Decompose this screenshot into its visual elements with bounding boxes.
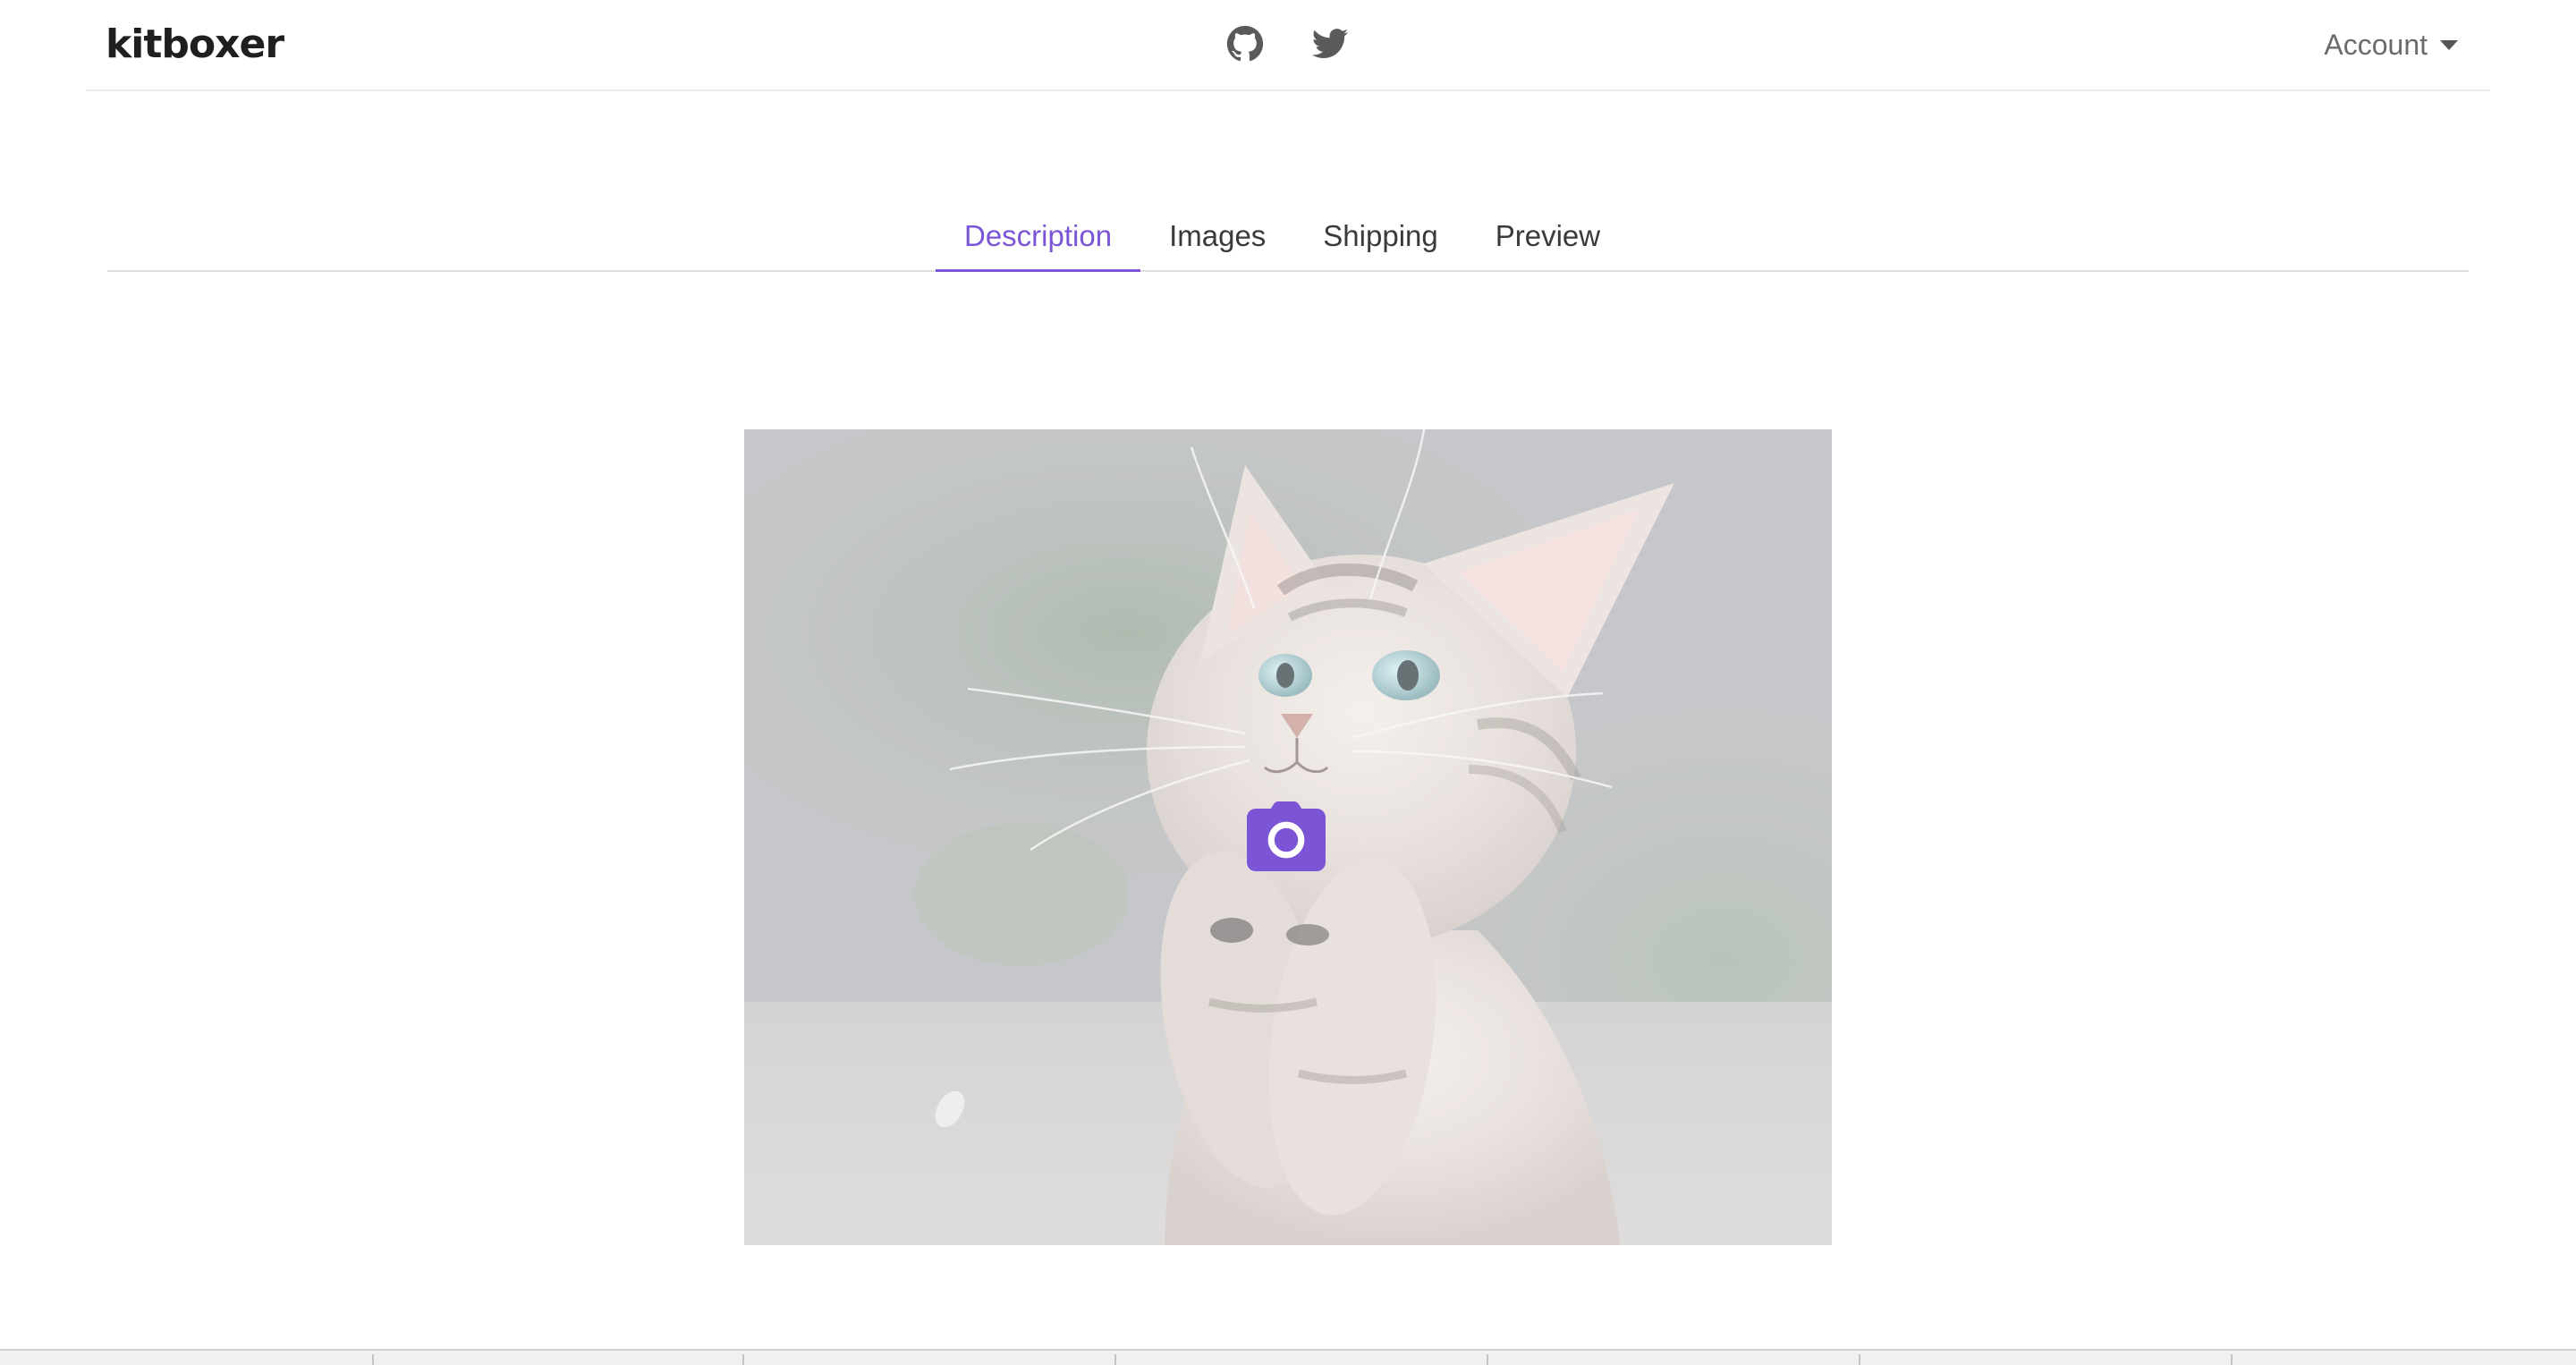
strip-divider xyxy=(742,1354,744,1365)
strip-divider xyxy=(1114,1354,1116,1365)
tab-shipping[interactable]: Shipping xyxy=(1294,204,1466,272)
camera-icon[interactable] xyxy=(1247,801,1326,871)
strip-divider xyxy=(1487,1354,1488,1365)
brand-logo[interactable]: kitboxer xyxy=(106,20,284,70)
github-icon[interactable] xyxy=(1226,25,1264,63)
twitter-icon[interactable] xyxy=(1311,25,1349,63)
image-upload-dropzone[interactable] xyxy=(744,429,1832,1245)
strip-divider xyxy=(1859,1354,1860,1365)
tabs: Description Images Shipping Preview xyxy=(936,204,1629,272)
account-label: Account xyxy=(2324,28,2428,61)
tab-description[interactable]: Description xyxy=(936,204,1141,272)
tab-bar: Description Images Shipping Preview xyxy=(107,204,2469,272)
page: kitboxer Account Description Images Ship… xyxy=(0,0,2576,1365)
tab-preview[interactable]: Preview xyxy=(1467,204,1629,272)
tab-images[interactable]: Images xyxy=(1140,204,1294,272)
caret-down-icon xyxy=(2440,39,2458,50)
bottom-strip xyxy=(0,1349,2576,1365)
top-navbar: kitboxer Account xyxy=(86,0,2490,91)
account-dropdown[interactable]: Account xyxy=(2324,23,2458,66)
strip-divider xyxy=(372,1354,374,1365)
strip-divider xyxy=(2231,1354,2233,1365)
